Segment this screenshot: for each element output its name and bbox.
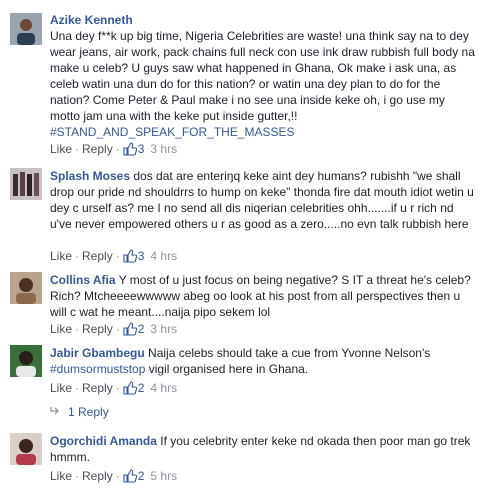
avatar-image <box>10 345 42 377</box>
avatar-image <box>10 168 42 200</box>
comment-actions: Like · Reply · 2 5 hrs <box>50 468 177 484</box>
comment-author[interactable]: Collins Afia <box>50 273 116 287</box>
like-button[interactable]: Like <box>50 381 72 395</box>
thumbs-up-icon[interactable] <box>123 249 137 267</box>
thumbs-up-icon[interactable] <box>123 469 137 487</box>
thumbs-up-icon[interactable] <box>123 142 137 160</box>
avatar-image <box>10 13 42 45</box>
comment-actions: Like · Reply · 3 3 hrs <box>50 141 177 157</box>
comment-text: Una dey f**k up big time, Nigeria Celebr… <box>50 29 475 123</box>
like-button[interactable]: Like <box>50 249 72 263</box>
like-count[interactable]: 2 <box>138 322 145 336</box>
comment-actions: Like · Reply · 3 4 hrs <box>50 248 177 264</box>
like-button[interactable]: Like <box>50 469 72 483</box>
comment-time[interactable]: 4 hrs <box>150 249 177 263</box>
reply-arrow-icon <box>50 404 60 420</box>
avatar[interactable] <box>10 272 42 304</box>
comment-actions: Like · Reply · 2 3 hrs <box>50 321 177 337</box>
avatar-image <box>10 433 42 465</box>
avatar[interactable] <box>10 13 42 45</box>
comment-hashtag[interactable]: #STAND_AND_SPEAK_FOR_THE_MASSES <box>50 124 475 140</box>
avatar[interactable] <box>10 168 42 200</box>
reply-button[interactable]: Reply <box>82 249 113 263</box>
thumbs-up-icon[interactable] <box>123 322 137 340</box>
like-button[interactable]: Like <box>50 322 72 336</box>
reply-button[interactable]: Reply <box>82 469 113 483</box>
comment-author[interactable]: Azike Kenneth <box>50 13 133 27</box>
comment-text: Naija celebs should take a cue from Yvon… <box>148 346 431 360</box>
comment-time[interactable]: 5 hrs <box>150 469 177 483</box>
comment-text-continued: vigil organised here in Ghana. <box>148 362 309 376</box>
comment-author[interactable]: Jabir Gbambegu <box>50 346 145 360</box>
avatar[interactable] <box>10 433 42 465</box>
thumbs-up-icon[interactable] <box>123 381 137 399</box>
like-button[interactable]: Like <box>50 142 72 156</box>
like-count[interactable]: 2 <box>138 469 145 483</box>
comment-author[interactable]: Ogorchidi Amanda <box>50 434 157 448</box>
avatar-image <box>10 272 42 304</box>
like-count[interactable]: 2 <box>138 381 145 395</box>
comment-time[interactable]: 3 hrs <box>150 142 177 156</box>
like-count[interactable]: 3 <box>138 249 145 263</box>
avatar[interactable] <box>10 345 42 377</box>
reply-button[interactable]: Reply <box>82 381 113 395</box>
reply-button[interactable]: Reply <box>82 322 113 336</box>
comment-time[interactable]: 3 hrs <box>150 322 177 336</box>
comment-hashtag[interactable]: #dumsormuststop <box>50 362 145 376</box>
comment-time[interactable]: 4 hrs <box>150 381 177 395</box>
comment-actions: Like · Reply · 2 4 hrs <box>50 380 177 396</box>
view-replies-label[interactable]: 1 Reply <box>68 405 109 419</box>
reply-button[interactable]: Reply <box>82 142 113 156</box>
view-replies-link[interactable]: 1 Reply <box>50 404 109 420</box>
like-count[interactable]: 3 <box>138 142 145 156</box>
comment-author[interactable]: Splash Moses <box>50 169 130 183</box>
